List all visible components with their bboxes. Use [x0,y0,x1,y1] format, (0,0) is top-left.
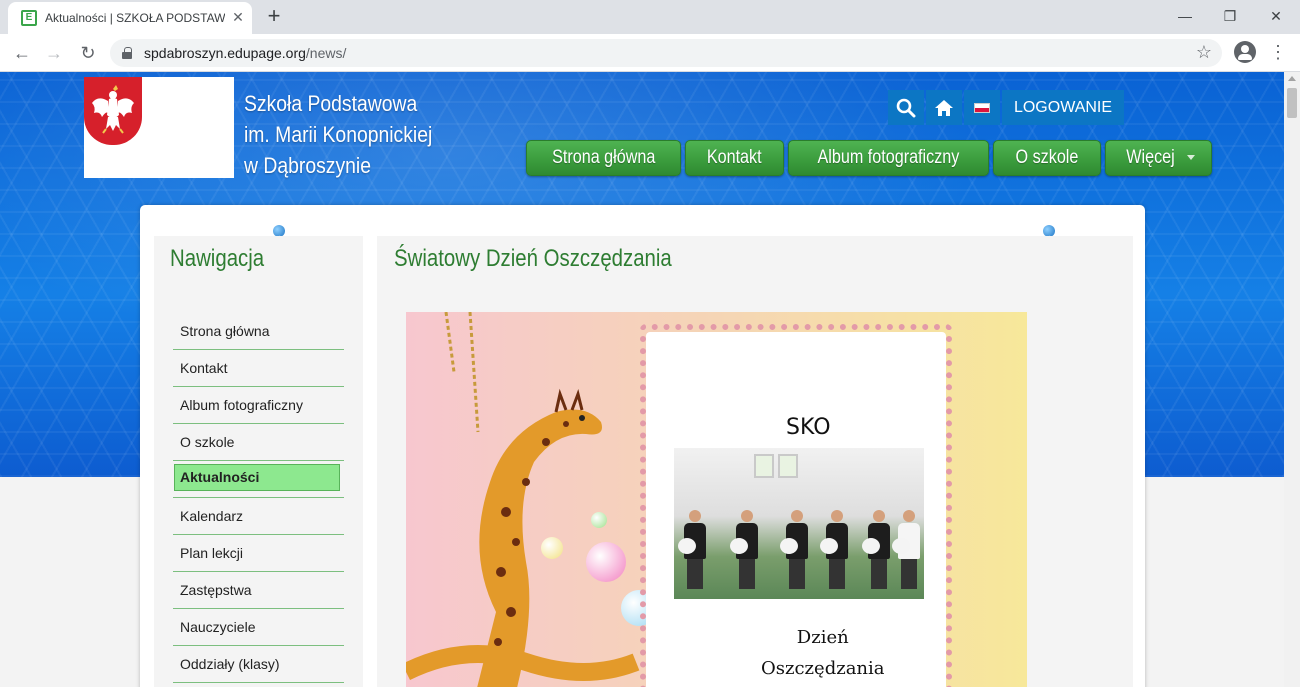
article-panel: Światowy Dzień Oszczędzania SKO Dzień Os… [377,236,1133,687]
polish-eagle-emblem-icon [84,77,142,145]
url-text: spdabroszyn.edupage.org/news/ [144,45,347,61]
language-button[interactable] [964,90,1000,125]
menu-item-about[interactable]: O szkole [992,140,1101,176]
search-button[interactable] [888,90,924,125]
lock-icon [122,47,132,59]
nav-item-timetable[interactable]: Plan lekcji [173,535,344,572]
nav-item-about[interactable]: O szkole [173,424,344,461]
edupage-favicon-icon [21,10,37,26]
navigation-title: Nawigacja [170,245,265,272]
article-image[interactable]: SKO Dzień Oszczędzania [406,312,1027,687]
forward-button[interactable]: → [42,41,66,65]
student-figure [780,510,808,589]
image-heading-text: SKO [786,415,831,440]
polish-flag-icon [974,102,990,113]
nav-item-calendar[interactable]: Kalendarz [173,498,344,535]
reload-button[interactable]: ↻ [76,41,100,65]
browser-toolbar: ← → ↻ spdabroszyn.edupage.org/news/ [0,34,1300,72]
giraffe-illustration [406,312,640,687]
group-photo [674,448,924,599]
nav-item-teachers[interactable]: Nauczyciele [173,609,344,646]
scrollbar-thumb[interactable] [1287,88,1297,118]
page-viewport: Szkoła Podstawowa im. Marii Konopnickiej… [0,72,1284,687]
top-action-bar: LOGOWANIE [888,90,1124,125]
nav-item-contact[interactable]: Kontakt [173,350,344,387]
student-figure [730,510,758,589]
page-scrollbar[interactable] [1284,72,1300,687]
profile-avatar-icon[interactable] [1234,41,1256,63]
content-card: Nawigacja Strona główna Kontakt Album fo… [140,205,1145,687]
student-figure [678,510,706,589]
menu-item-more[interactable]: Więcej [1104,140,1212,176]
back-button[interactable]: ← [10,41,34,65]
bookmark-star-icon[interactable]: ☆ [1193,41,1215,63]
nav-item-news-label: Aktualności [174,464,340,491]
navigation-panel: Nawigacja Strona główna Kontakt Album fo… [154,236,363,687]
main-menu: Strona główna Kontakt Album fotograficzn… [526,140,1212,176]
close-window-button[interactable]: ✕ [1253,4,1299,28]
school-logo[interactable] [84,77,234,178]
article-title[interactable]: Światowy Dzień Oszczędzania [394,245,672,273]
minimize-window-button[interactable]: — [1162,4,1208,28]
bubble-decoration [591,512,607,528]
menu-item-photo-album[interactable]: Album fotograficzny [787,140,989,176]
tab-title: Aktualności | SZKOŁA PODSTAWO [45,11,225,25]
navigation-list: Strona główna Kontakt Album fotograficzn… [173,313,344,683]
browser-menu-icon[interactable]: ⋮ [1268,41,1288,63]
nav-item-photo-album[interactable]: Album fotograficzny [173,387,344,424]
student-figure [820,510,848,589]
search-icon [896,98,916,117]
address-bar[interactable]: spdabroszyn.edupage.org/news/ [110,39,1222,67]
nav-item-classes[interactable]: Oddziały (klasy) [173,646,344,683]
menu-item-contact[interactable]: Kontakt [685,140,784,176]
scroll-up-arrow-icon[interactable] [1288,76,1296,81]
window-decoration [754,454,774,478]
browser-tab[interactable]: Aktualności | SZKOŁA PODSTAWO ✕ [8,2,252,34]
bubble-decoration [541,537,563,559]
close-tab-icon[interactable]: ✕ [230,9,246,25]
chevron-down-icon [1186,155,1195,161]
bubble-decoration [586,542,626,582]
restore-window-button[interactable]: ❐ [1207,4,1253,28]
new-tab-button[interactable]: + [263,5,285,27]
nav-item-home[interactable]: Strona główna [173,313,344,350]
home-icon [935,99,953,116]
home-button[interactable] [926,90,962,125]
student-figure [862,510,890,589]
nav-item-substitutions[interactable]: Zastępstwa [173,572,344,609]
school-name[interactable]: Szkoła Podstawowa im. Marii Konopnickiej… [244,88,432,181]
student-figure [892,510,920,589]
nav-item-news[interactable]: Aktualności [173,461,344,498]
image-caption: Dzień Oszczędzania [761,627,885,679]
browser-tab-strip: Aktualności | SZKOŁA PODSTAWO ✕ + — ❐ ✕ [0,0,1300,34]
window-decoration [778,454,798,478]
login-button[interactable]: LOGOWANIE [1002,90,1124,125]
menu-item-home[interactable]: Strona główna [526,140,682,176]
